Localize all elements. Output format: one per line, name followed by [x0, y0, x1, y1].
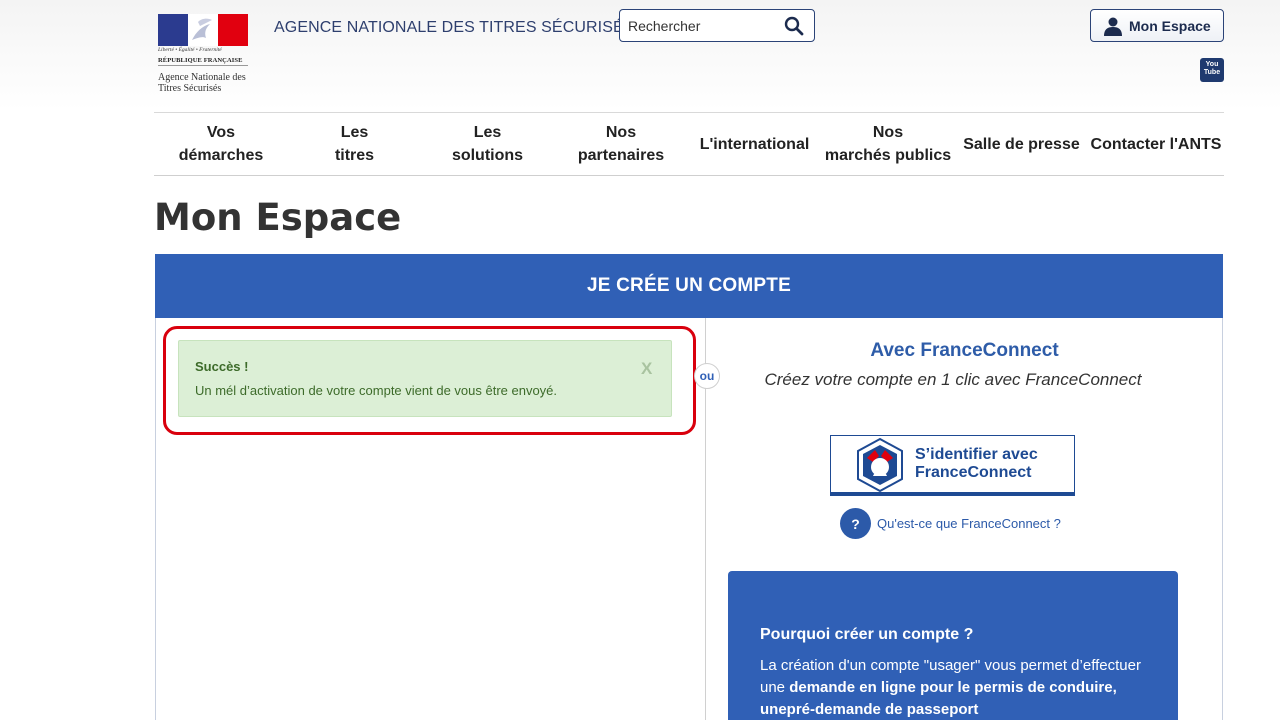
why-text-bold: demande en ligne pour le permis de condu…	[760, 679, 1117, 718]
card-header: JE CRÉE UN COMPTE	[155, 254, 1223, 318]
government-logo[interactable]: Liberté • Égalité • Fraternité RÉPUBLIQU…	[158, 14, 248, 98]
logo-motto: Liberté • Égalité • Fraternité	[158, 47, 222, 53]
nav-item-les-solutions[interactable]: Les solutions	[421, 113, 554, 175]
search-input[interactable]	[628, 16, 778, 36]
why-title: Pourquoi créer un compte ?	[760, 626, 974, 643]
franceconnect-button[interactable]: S’identifier avec FranceConnect	[830, 435, 1075, 496]
franceconnect-button-label: S’identifier avec FranceConnect	[915, 446, 1038, 481]
nav-item-nos-partenaires[interactable]: Nos partenaires	[554, 113, 688, 175]
highlight-annotation	[163, 326, 696, 435]
franceconnect-title: Avec FranceConnect	[870, 340, 1059, 361]
nav-item-salle-de-presse[interactable]: Salle de presse	[955, 113, 1088, 175]
nav-item-international[interactable]: L'international	[688, 113, 821, 175]
page-title: Mon Espace	[154, 196, 402, 239]
french-flag-logo	[158, 14, 248, 46]
franceconnect-logo-icon	[857, 437, 903, 493]
nav-item-vos-demarches[interactable]: Vos démarches	[154, 113, 288, 175]
franceconnect-help-link[interactable]: Qu'est-ce que FranceConnect ?	[877, 516, 1061, 531]
logo-republic: RÉPUBLIQUE FRANÇAISE	[158, 57, 248, 66]
logo-agency-name: Agence Nationale des Titres Sécurisés	[158, 72, 246, 94]
main-nav: Vos démarches Les titres Les solutions N…	[154, 113, 1224, 175]
search-icon[interactable]	[784, 16, 804, 36]
search-box	[619, 9, 815, 42]
mon-espace-label: Mon Espace	[1129, 17, 1211, 34]
agency-title[interactable]: AGENCE NATIONALE DES TITRES SÉCURISÉS	[274, 19, 635, 37]
why-text: La création d'un compte "usager" vous pe…	[760, 657, 1141, 718]
youtube-icon[interactable]: You Tube	[1200, 58, 1224, 82]
why-create-account-box: Pourquoi créer un compte ? La création d…	[728, 571, 1178, 720]
nav-item-les-titres[interactable]: Les titres	[288, 113, 421, 175]
franceconnect-subtitle: Créez votre compte en 1 clic avec France…	[764, 370, 1142, 389]
mon-espace-button[interactable]: Mon Espace	[1090, 9, 1224, 42]
nav-item-contacter[interactable]: Contacter l'ANTS	[1088, 113, 1224, 175]
nav-bottom-divider	[154, 175, 1224, 176]
user-icon	[1104, 17, 1122, 36]
nav-item-marches-publics[interactable]: Nos marchés publics	[821, 113, 955, 175]
help-icon[interactable]: ?	[840, 508, 871, 539]
